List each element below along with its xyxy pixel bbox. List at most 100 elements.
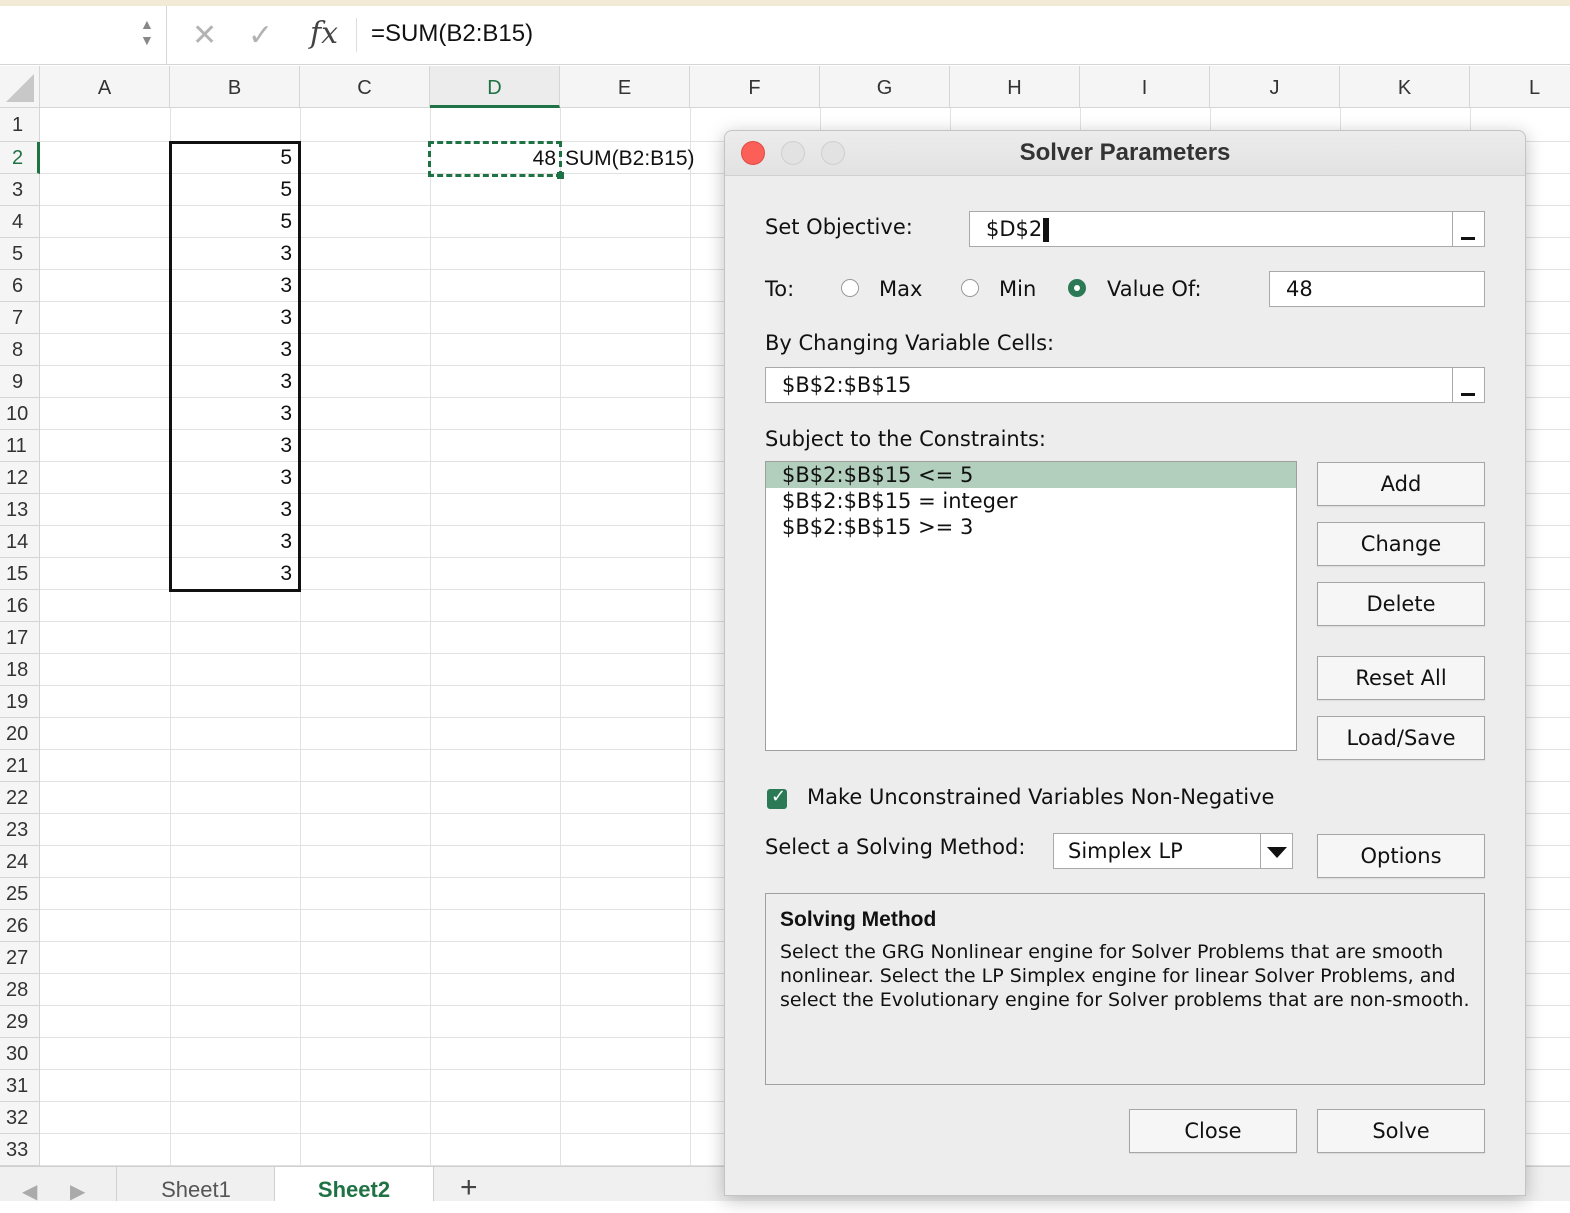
formula-separator — [356, 18, 357, 52]
constraints-list[interactable]: $B$2:$B$15 <= 5 $B$2:$B$15 = integer $B$… — [765, 461, 1297, 751]
constraint-item[interactable]: $B$2:$B$15 >= 3 — [766, 514, 1296, 540]
constraints-label: Subject to the Constraints: — [765, 427, 1046, 451]
row-header-8[interactable]: 8 — [0, 334, 40, 366]
nonneg-checkbox[interactable]: ✓ — [767, 786, 787, 809]
row-header-33[interactable]: 33 — [0, 1134, 40, 1166]
column-header-g[interactable]: G — [820, 66, 950, 108]
radio-value-of[interactable] — [1068, 279, 1086, 297]
solve-button[interactable]: Solve — [1317, 1109, 1485, 1153]
enter-formula-icon[interactable]: ✓ — [248, 18, 273, 53]
nonneg-label: Make Unconstrained Variables Non-Negativ… — [807, 785, 1275, 809]
row-header-18[interactable]: 18 — [0, 654, 40, 686]
column-header-f[interactable]: F — [690, 66, 820, 108]
row-header-10[interactable]: 10 — [0, 398, 40, 430]
row-header-20[interactable]: 20 — [0, 718, 40, 750]
row-header-29[interactable]: 29 — [0, 1006, 40, 1038]
row-header-28[interactable]: 28 — [0, 974, 40, 1006]
formula-bar: ▲ ▼ ✕ ✓ fx =SUM(B2:B15) — [0, 6, 1570, 65]
dialog-title: Solver Parameters — [1019, 139, 1231, 166]
insert-function-icon[interactable]: fx — [310, 16, 338, 51]
method-label: Select a Solving Method: — [765, 835, 1026, 859]
column-header-d[interactable]: D — [430, 66, 560, 108]
radio-min[interactable] — [961, 279, 979, 297]
column-header-e[interactable]: E — [560, 66, 690, 108]
tab-next-icon[interactable]: ▶ — [70, 1179, 85, 1204]
dialog-titlebar[interactable]: Solver Parameters — [725, 131, 1525, 176]
row-header-30[interactable]: 30 — [0, 1038, 40, 1070]
select-all-corner[interactable] — [0, 66, 40, 108]
formula-input[interactable]: =SUM(B2:B15) — [371, 20, 533, 48]
to-label: To: — [765, 277, 795, 301]
solving-method-description: Select the GRG Nonlinear engine for Solv… — [780, 941, 1470, 1011]
column-header-h[interactable]: H — [950, 66, 1080, 108]
column-header-j[interactable]: J — [1210, 66, 1340, 108]
row-header-7[interactable]: 7 — [0, 302, 40, 334]
row-header-16[interactable]: 16 — [0, 590, 40, 622]
changing-cells-input[interactable]: $B$2:$B$15 — [765, 367, 1485, 403]
row-header-9[interactable]: 9 — [0, 366, 40, 398]
fill-handle[interactable] — [557, 172, 564, 179]
checkmark-icon: ✓ — [771, 786, 787, 807]
text-caret — [1043, 218, 1050, 242]
row-header-19[interactable]: 19 — [0, 686, 40, 718]
tab-prev-icon[interactable]: ◀ — [22, 1179, 37, 1204]
row-header-25[interactable]: 25 — [0, 878, 40, 910]
name-box-stepper-icon[interactable]: ▲ ▼ — [140, 16, 154, 48]
row-header-1[interactable]: 1 — [0, 108, 40, 142]
row-header-26[interactable]: 26 — [0, 910, 40, 942]
row-header-6[interactable]: 6 — [0, 270, 40, 302]
constraint-item[interactable]: $B$2:$B$15 = integer — [766, 488, 1296, 514]
close-button[interactable]: Close — [1129, 1109, 1297, 1153]
row-header-23[interactable]: 23 — [0, 814, 40, 846]
row-header-5[interactable]: 5 — [0, 238, 40, 270]
cell-e2-text[interactable]: SUM(B2:B15) — [565, 147, 695, 171]
add-button[interactable]: Add — [1317, 462, 1485, 506]
changing-cells-value: $B$2:$B$15 — [782, 373, 912, 397]
row-header-27[interactable]: 27 — [0, 942, 40, 974]
row-header-32[interactable]: 32 — [0, 1102, 40, 1134]
column-b-range-border — [169, 141, 301, 592]
row-header-22[interactable]: 22 — [0, 782, 40, 814]
dropdown-arrow-icon[interactable] — [1260, 834, 1292, 868]
delete-button[interactable]: Delete — [1317, 582, 1485, 626]
cell-d2-value: 48 — [532, 147, 556, 170]
row-header-2[interactable]: 2 — [0, 142, 40, 174]
options-button[interactable]: Options — [1317, 834, 1485, 878]
constraint-item[interactable]: $B$2:$B$15 <= 5 — [766, 462, 1296, 488]
row-header-24[interactable]: 24 — [0, 846, 40, 878]
column-header-k[interactable]: K — [1340, 66, 1470, 108]
radio-max[interactable] — [841, 279, 859, 297]
column-header-i[interactable]: I — [1080, 66, 1210, 108]
grid-column-line — [690, 108, 691, 1166]
column-header-a[interactable]: A — [40, 66, 170, 108]
set-objective-value: $D$2 — [986, 217, 1043, 241]
reset-all-button[interactable]: Reset All — [1317, 656, 1485, 700]
set-objective-input[interactable]: $D$2 — [969, 211, 1485, 247]
set-objective-label: Set Objective: — [765, 215, 913, 239]
collapse-dialog-icon[interactable] — [1452, 368, 1484, 402]
collapse-dialog-icon[interactable] — [1452, 212, 1484, 246]
row-header-11[interactable]: 11 — [0, 430, 40, 462]
name-box[interactable]: ▲ ▼ — [0, 6, 167, 64]
select-all-icon — [6, 74, 34, 102]
row-header-31[interactable]: 31 — [0, 1070, 40, 1102]
column-header-c[interactable]: C — [300, 66, 430, 108]
column-header-l[interactable]: L — [1470, 66, 1570, 108]
row-header-3[interactable]: 3 — [0, 174, 40, 206]
row-header-4[interactable]: 4 — [0, 206, 40, 238]
row-header-17[interactable]: 17 — [0, 622, 40, 654]
row-header-13[interactable]: 13 — [0, 494, 40, 526]
change-button[interactable]: Change — [1317, 522, 1485, 566]
load-save-button[interactable]: Load/Save — [1317, 716, 1485, 760]
value-of-input[interactable]: 48 — [1269, 271, 1485, 307]
tab-sheet2[interactable]: Sheet2 — [274, 1167, 434, 1202]
row-header-12[interactable]: 12 — [0, 462, 40, 494]
row-header-21[interactable]: 21 — [0, 750, 40, 782]
row-header-15[interactable]: 15 — [0, 558, 40, 590]
solving-method-title: Solving Method — [780, 908, 937, 931]
tab-sheet1[interactable]: Sheet1 — [116, 1167, 276, 1202]
cancel-formula-icon[interactable]: ✕ — [192, 18, 217, 53]
row-header-14[interactable]: 14 — [0, 526, 40, 558]
column-header-b[interactable]: B — [170, 66, 300, 108]
method-select[interactable]: Simplex LP — [1053, 833, 1293, 869]
